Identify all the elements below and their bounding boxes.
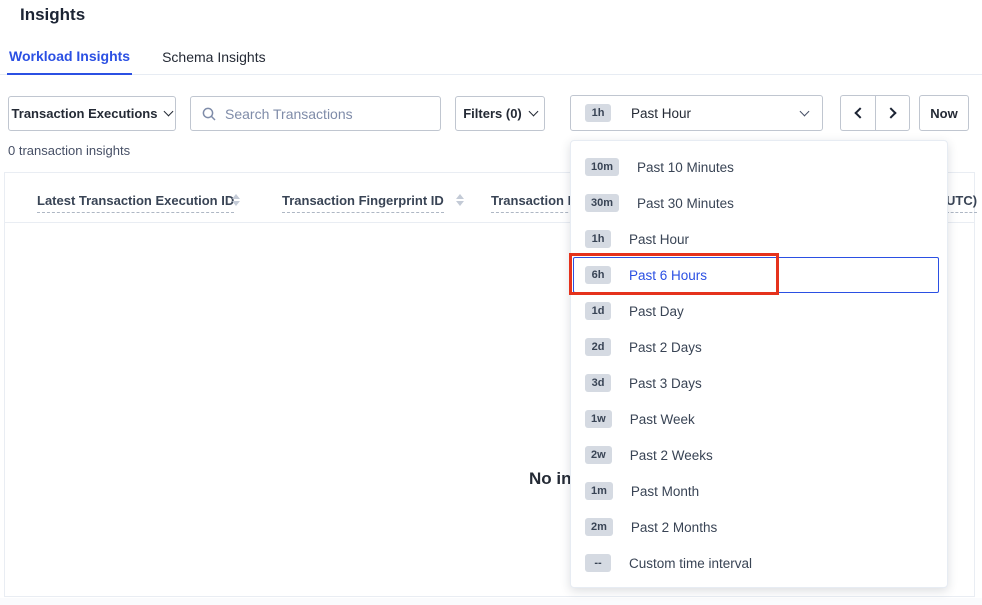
time-range-dropdown: 10m Past 10 Minutes 30m Past 30 Minutes … [570, 140, 948, 588]
filters-button[interactable]: Filters (0) [455, 96, 545, 131]
chevron-right-icon [885, 107, 896, 118]
sort-icon[interactable] [456, 194, 464, 206]
time-range-label: Past Hour [631, 106, 691, 121]
time-badge: 10m [585, 158, 619, 176]
column-header-transaction-fingerprint-id[interactable]: Transaction Fingerprint ID [282, 193, 444, 213]
time-option-past-2-days[interactable]: 2d Past 2 Days [571, 329, 947, 365]
time-badge: 1d [585, 302, 611, 320]
page-title: Insights [20, 5, 85, 25]
sort-desc-icon [232, 201, 240, 206]
type-selector-label: Transaction Executions [12, 106, 158, 121]
time-badge: 2d [585, 338, 611, 356]
column-header-utc[interactable]: UTC) [946, 193, 977, 213]
time-option-past-6-hours[interactable]: 6h Past 6 Hours [573, 257, 939, 293]
time-badge: 1m [585, 482, 613, 500]
time-badge: 2w [585, 446, 612, 464]
time-badge: 30m [585, 194, 619, 212]
bottom-divider [0, 598, 982, 605]
time-option-past-3-days[interactable]: 3d Past 3 Days [571, 365, 947, 401]
tab-workload-insights[interactable]: Workload Insights [7, 48, 132, 75]
sort-icon[interactable] [232, 194, 240, 206]
time-range-badge: 1h [585, 104, 611, 122]
tab-schema-insights[interactable]: Schema Insights [160, 49, 268, 74]
time-badge: 2m [585, 518, 613, 536]
insights-page: Insights Workload Insights Schema Insigh… [0, 0, 982, 605]
time-badge: -- [585, 554, 611, 572]
time-badge: 6h [585, 266, 611, 284]
search-icon [201, 106, 217, 122]
search-input[interactable] [225, 106, 430, 122]
time-option-custom-interval[interactable]: -- Custom time interval [571, 545, 947, 581]
time-nav-group [840, 95, 910, 131]
sort-asc-icon [456, 194, 464, 199]
filters-label: Filters (0) [463, 106, 522, 121]
column-header-latest-transaction-execution-id[interactable]: Latest Transaction Execution ID [37, 193, 234, 213]
sort-asc-icon [232, 194, 240, 199]
time-option-past-month[interactable]: 1m Past Month [571, 473, 947, 509]
type-selector-button[interactable]: Transaction Executions [8, 96, 176, 131]
time-option-past-2-months[interactable]: 2m Past 2 Months [571, 509, 947, 545]
time-option-past-week[interactable]: 1w Past Week [571, 401, 947, 437]
insight-count-text: 0 transaction insights [8, 143, 130, 158]
time-badge: 3d [585, 374, 611, 392]
time-range-selector[interactable]: 1h Past Hour [570, 95, 823, 131]
tabs-bar: Workload Insights Schema Insights [0, 40, 982, 75]
now-button[interactable]: Now [919, 95, 969, 131]
time-badge: 1w [585, 410, 612, 428]
time-badge: 1h [585, 230, 611, 248]
time-option-past-2-weeks[interactable]: 2w Past 2 Weeks [571, 437, 947, 473]
previous-time-button[interactable] [840, 95, 875, 131]
chevron-down-icon [528, 107, 538, 117]
search-box[interactable] [190, 96, 441, 131]
chevron-left-icon [854, 107, 865, 118]
time-option-past-hour[interactable]: 1h Past Hour [571, 221, 947, 257]
next-time-button[interactable] [875, 95, 910, 131]
time-option-past-10-minutes[interactable]: 10m Past 10 Minutes [571, 149, 947, 185]
time-option-past-30-minutes[interactable]: 30m Past 30 Minutes [571, 185, 947, 221]
time-option-past-day[interactable]: 1d Past Day [571, 293, 947, 329]
chevron-down-icon [800, 106, 810, 116]
sort-desc-icon [456, 201, 464, 206]
chevron-down-icon [164, 107, 174, 117]
